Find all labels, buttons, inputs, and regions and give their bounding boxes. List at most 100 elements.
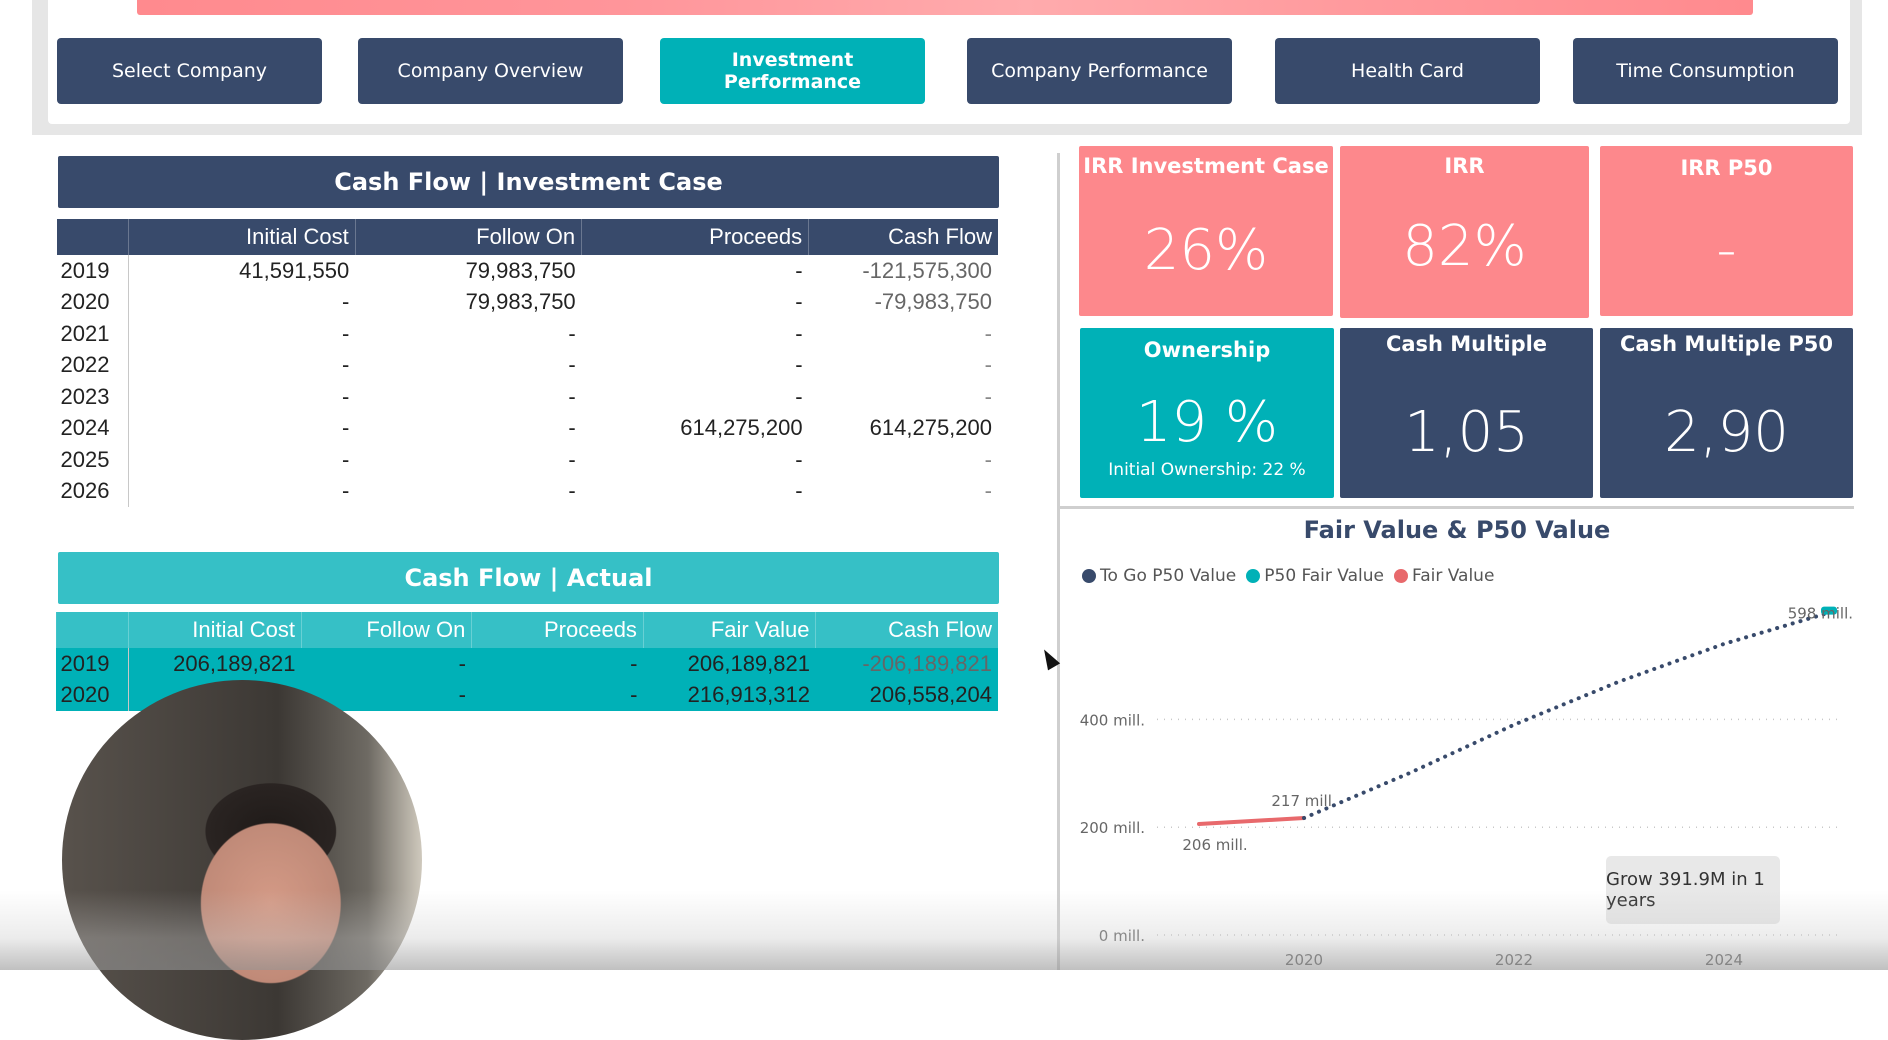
column-header[interactable]: Proceeds: [581, 219, 809, 255]
kpi-irr-p50: IRR P50 -: [1600, 146, 1853, 316]
column-header[interactable]: Follow On: [354, 219, 582, 255]
legend-item-p50-fair-value[interactable]: P50 Fair Value: [1246, 566, 1384, 586]
kpi-title: IRR P50: [1680, 156, 1773, 180]
table-cell: -: [630, 650, 638, 676]
kpi-title: IRR Investment Case: [1083, 154, 1329, 178]
series-line-to-go-p50-value: [1302, 610, 1831, 821]
table-row: 2026 - - - -: [56, 475, 999, 507]
kpi-title: Cash Multiple P50: [1619, 332, 1834, 356]
nav-investment-performance[interactable]: Investment Performance: [660, 38, 925, 104]
column-header[interactable]: Proceeds: [471, 612, 644, 648]
column-header[interactable]: Initial Cost: [128, 219, 356, 255]
column-header[interactable]: [55, 219, 129, 255]
y-tick-label: 200 mill.: [1080, 819, 1145, 837]
chart-legend: To Go P50 Value P50 Fair Value Fair Valu…: [1082, 566, 1494, 586]
column-header[interactable]: Follow On: [300, 612, 472, 648]
table-cell: 79,983,750: [465, 257, 576, 283]
table-cell: -: [341, 289, 350, 315]
table-cell: -79,983,750: [874, 289, 992, 315]
table-row: 2020-79,983,750- -79,983,750: [56, 286, 999, 318]
kpi-title: Ownership: [1143, 338, 1271, 362]
growth-callout: Grow 391.9M in 1 years: [1606, 856, 1780, 924]
table-cell: -: [341, 478, 350, 504]
row-year: 2025: [56, 444, 130, 476]
table-cell: -: [341, 352, 350, 378]
column-header[interactable]: Cash Flow: [808, 219, 998, 255]
table-cell: 614,275,200: [869, 415, 992, 441]
kpi-value: 82%: [1402, 214, 1527, 279]
column-header[interactable]: Initial Cost: [128, 612, 302, 648]
column-header[interactable]: Cash Flow: [815, 612, 998, 648]
table-row: 2019 41,591,550 79,983,750 - -121,575,300: [56, 255, 999, 287]
legend-item-to-go-p50[interactable]: To Go P50 Value: [1082, 566, 1236, 586]
nav-company-overview[interactable]: Company Overview: [358, 38, 623, 104]
chart-title: Fair Value & P50 Value: [1303, 516, 1611, 544]
table-cell: -: [795, 352, 803, 378]
table-cell: -: [341, 446, 350, 472]
table-cell: -: [568, 352, 576, 378]
table-cell: -: [568, 478, 576, 504]
nav-time-consumption[interactable]: Time Consumption: [1573, 38, 1838, 104]
table-cell: 206,558,204: [869, 682, 992, 708]
table-cell: -: [341, 383, 350, 409]
table-cell: 206,189,821: [687, 650, 810, 676]
y-tick-label: 0 mill.: [1099, 927, 1145, 945]
table-row: 2022 - - - -: [56, 349, 999, 381]
actual-title: Cash Flow | Actual: [58, 552, 999, 604]
table-cell: -: [795, 320, 803, 346]
table-cell: -: [795, 257, 803, 283]
data-label: 206 mill.: [1182, 836, 1247, 854]
nav-company-performance[interactable]: Company Performance: [967, 38, 1232, 104]
table-row: 2024 - - 614,275,200 614,275,200: [56, 412, 999, 444]
data-label: 598 mill.: [1788, 605, 1853, 623]
table-row: 2023 - - - -: [56, 381, 999, 413]
kpi-cash-multiple-p50: Cash Multiple P50 2,90: [1600, 328, 1853, 498]
table-cell: -: [458, 650, 466, 676]
column-header[interactable]: [55, 612, 129, 648]
x-tick-label: 2022: [1495, 951, 1533, 969]
table-cell: -: [568, 320, 576, 346]
table-cell: -: [984, 446, 992, 472]
table-row: 2021 - - - -: [56, 318, 999, 350]
table-row: 2019 206,189,821- -206,189,821 -206,189,821: [56, 648, 999, 680]
legend-item-fair-value[interactable]: Fair Value: [1393, 566, 1495, 586]
legend-label: To Go P50 Value: [1100, 566, 1237, 586]
webcam-overlay: [62, 680, 422, 1040]
kpi-value: 1,05: [1404, 400, 1529, 465]
row-year: 2020: [56, 286, 130, 318]
table-cell: -: [341, 320, 350, 346]
nav-select-company[interactable]: Select Company: [57, 38, 322, 104]
table-cell: 79,983,750: [465, 289, 576, 315]
table-cell: -: [984, 320, 992, 346]
table-cell: -121,575,300: [862, 257, 992, 283]
table-cell: -: [984, 352, 992, 378]
table-cell: -: [568, 446, 576, 472]
row-year: 2019: [56, 255, 130, 287]
x-tick-label: 2020: [1285, 951, 1323, 969]
x-tick-label: 2024: [1705, 951, 1743, 969]
table-cell: -: [984, 383, 992, 409]
y-tick-label: 400 mill.: [1080, 711, 1145, 729]
kpi-irr-investment-case: IRR Investment Case 26%: [1079, 146, 1333, 316]
kpi-title: IRR: [1444, 154, 1485, 178]
investment-case-title: Cash Flow | Investment Case: [58, 156, 999, 208]
kpi-value: 19 %: [1135, 390, 1279, 455]
table-cell: -206,189,821: [862, 650, 992, 676]
investment-case-table: Initial Cost Follow On Proceeds Cash Flow 2…: [55, 219, 999, 507]
row-year: 2024: [56, 412, 130, 444]
table-cell: -: [568, 415, 576, 441]
legend-label: Fair Value: [1411, 566, 1495, 586]
legend-dot-icon: [1246, 569, 1261, 583]
table-cell: -: [630, 682, 638, 708]
legend-dot-icon: [1082, 569, 1096, 583]
series-line-fair-value: [1197, 816, 1306, 826]
column-header[interactable]: Fair Value: [642, 612, 816, 648]
table-cell: -: [984, 478, 992, 504]
kpi-title: Cash Multiple: [1385, 332, 1548, 356]
kpi-value: 2,90: [1664, 400, 1789, 465]
kpi-cash-multiple: Cash Multiple 1,05: [1340, 328, 1593, 498]
table-cell: -: [341, 415, 350, 441]
table-cell: -: [568, 383, 576, 409]
table-cell: 206,189,821: [173, 650, 296, 676]
nav-health-card[interactable]: Health Card: [1275, 38, 1540, 104]
